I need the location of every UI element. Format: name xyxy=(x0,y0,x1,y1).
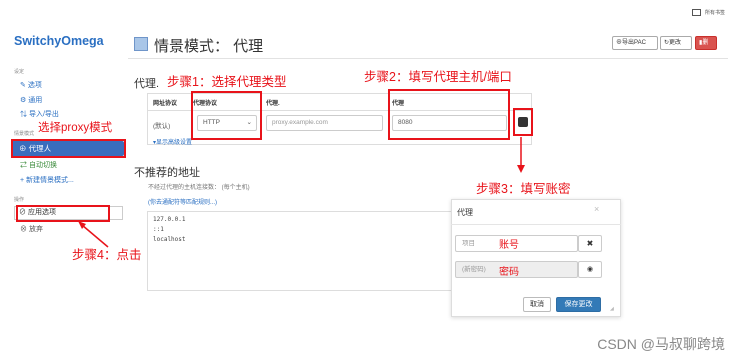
annotation-arrows xyxy=(78,137,525,248)
arrowhead-step3 xyxy=(517,165,525,173)
watermark: CSDN @马叔聊跨境 xyxy=(597,336,725,352)
arrow-step4 xyxy=(81,224,109,248)
